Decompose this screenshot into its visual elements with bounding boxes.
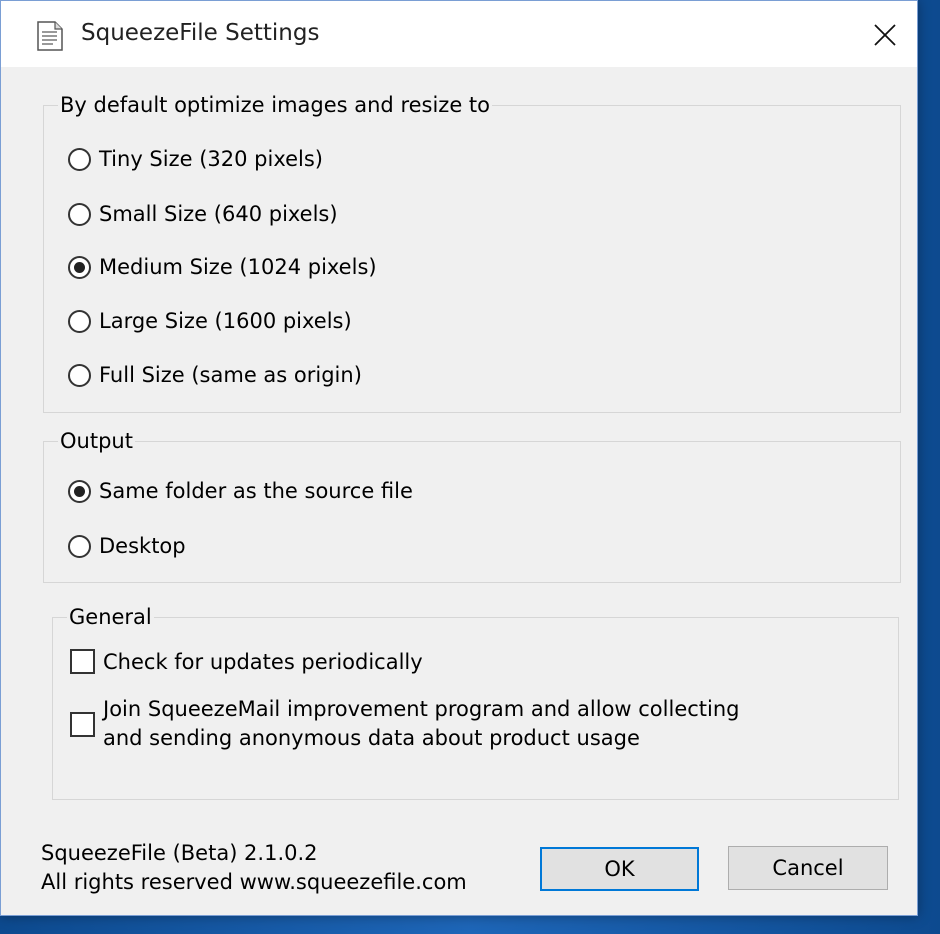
radio-label: Tiny Size (320 pixels) — [99, 147, 323, 171]
radio-button[interactable] — [68, 309, 91, 333]
radio-button[interactable] — [68, 479, 91, 503]
radio-button[interactable] — [68, 147, 91, 171]
radio-label: Small Size (640 pixels) — [99, 202, 338, 226]
footer-info: SqueezeFile (Beta) 2.1.0.2 All rights re… — [41, 839, 467, 897]
radio-button[interactable] — [68, 255, 91, 279]
radio-label: Full Size (same as origin) — [99, 363, 362, 387]
checkbox-improvement-program[interactable]: Join SqueezeMail improvement program and… — [70, 695, 783, 753]
radio-same-folder[interactable]: Same folder as the source file — [68, 479, 413, 503]
ok-button[interactable]: OK — [540, 847, 699, 891]
radio-label: Large Size (1600 pixels) — [99, 309, 352, 333]
close-icon — [874, 24, 896, 46]
window-title: SqueezeFile Settings — [81, 20, 320, 46]
checkbox-label: Check for updates periodically — [103, 649, 423, 674]
radio-label: Medium Size (1024 pixels) — [99, 255, 377, 279]
radio-label: Same folder as the source file — [99, 479, 413, 503]
radio-button[interactable] — [68, 534, 91, 558]
radio-small-size[interactable]: Small Size (640 pixels) — [68, 202, 338, 226]
output-group: Output — [43, 429, 901, 583]
document-icon — [37, 21, 63, 51]
radio-tiny-size[interactable]: Tiny Size (320 pixels) — [68, 147, 323, 171]
settings-dialog: SqueezeFile Settings By default optimize… — [0, 0, 918, 916]
general-group-legend: General — [67, 605, 154, 629]
radio-large-size[interactable]: Large Size (1600 pixels) — [68, 309, 352, 333]
checkbox[interactable] — [70, 711, 95, 737]
close-button[interactable] — [865, 15, 905, 55]
radio-button[interactable] — [68, 202, 91, 226]
cancel-button[interactable]: Cancel — [728, 846, 888, 890]
checkbox[interactable] — [70, 649, 95, 674]
radio-label: Desktop — [99, 534, 186, 558]
copyright-text: All rights reserved www.squeezefile.com — [41, 870, 467, 894]
checkbox-check-updates[interactable]: Check for updates periodically — [70, 649, 423, 674]
radio-medium-size[interactable]: Medium Size (1024 pixels) — [68, 255, 377, 279]
checkbox-label: Join SqueezeMail improvement program and… — [103, 697, 740, 750]
output-group-legend: Output — [58, 429, 135, 453]
radio-desktop[interactable]: Desktop — [68, 534, 186, 558]
resize-group-legend: By default optimize images and resize to — [58, 93, 493, 117]
radio-button[interactable] — [68, 363, 91, 387]
version-text: SqueezeFile (Beta) 2.1.0.2 — [41, 841, 318, 865]
title-bar: SqueezeFile Settings — [1, 1, 917, 67]
radio-full-size[interactable]: Full Size (same as origin) — [68, 363, 362, 387]
